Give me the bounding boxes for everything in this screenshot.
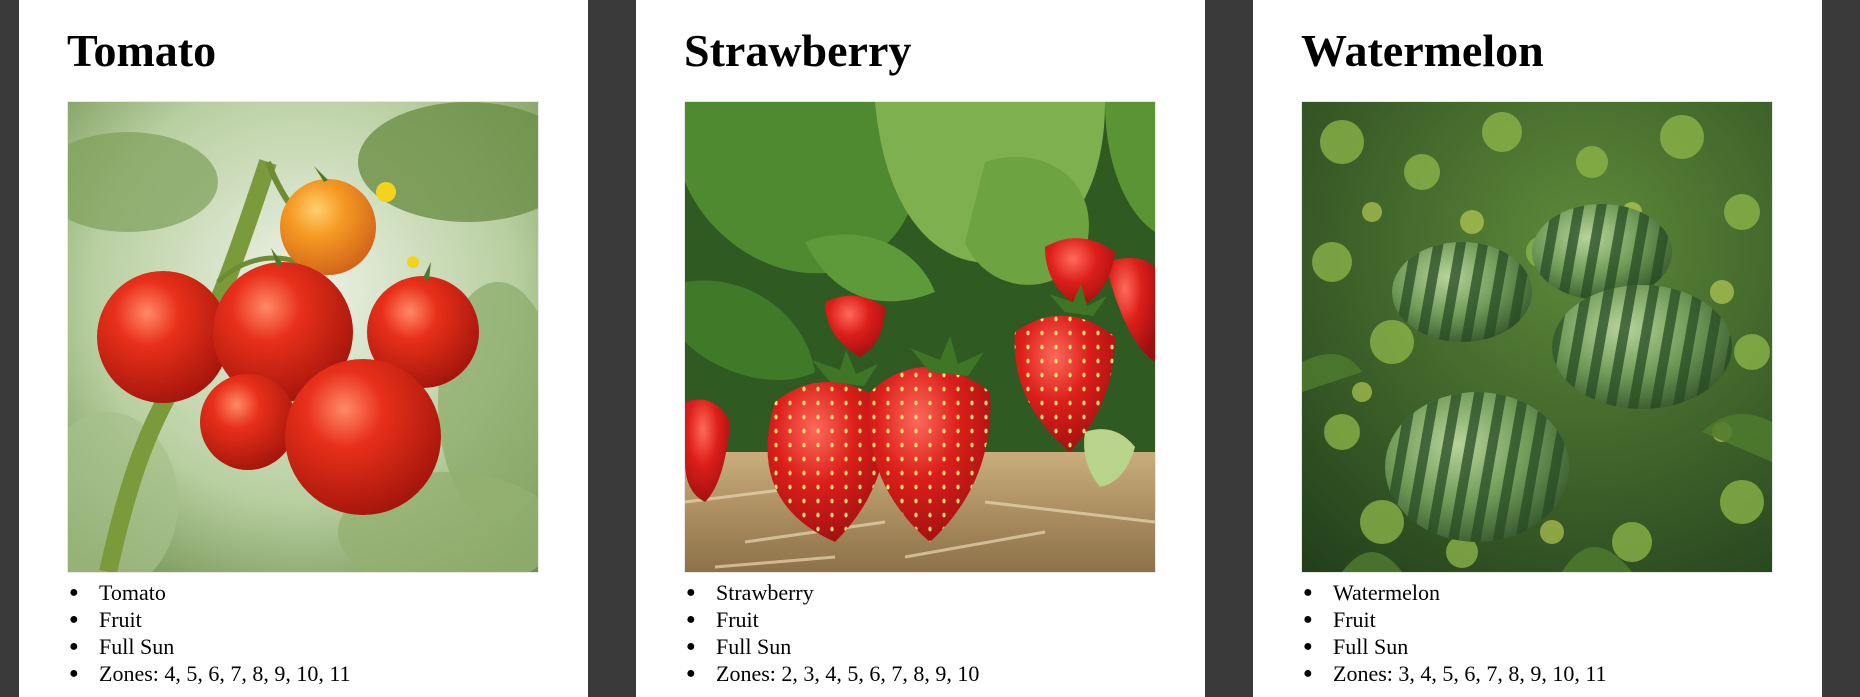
- watermelon-image: [1301, 101, 1773, 573]
- bullet-icon: ●: [686, 665, 696, 682]
- plant-card-strawberry: Strawberry ● Strawberry ● Fruit ● Full S…: [636, 0, 1205, 697]
- list-item: ● Strawberry: [686, 580, 814, 605]
- plant-card-watermelon: Watermelon ● Watermelon ● Fruit ● Full S…: [1253, 0, 1822, 697]
- bullet-icon: ●: [686, 611, 696, 628]
- list-item: ● Fruit: [1303, 607, 1376, 632]
- strawberry-image: [684, 101, 1156, 573]
- bullet-icon: ●: [1303, 584, 1313, 601]
- tomato-image: [67, 101, 539, 573]
- list-item: ● Zones: 4, 5, 6, 7, 8, 9, 10, 11: [69, 661, 351, 686]
- list-item: ● Watermelon: [1303, 580, 1440, 605]
- list-item: ● Zones: 2, 3, 4, 5, 6, 7, 8, 9, 10: [686, 661, 980, 686]
- bullet-icon: ●: [1303, 638, 1313, 655]
- bullet-icon: ●: [1303, 665, 1313, 682]
- list-item: ● Full Sun: [1303, 634, 1409, 659]
- bullet-icon: ●: [69, 665, 79, 682]
- bullet-icon: ●: [69, 638, 79, 655]
- plant-details-list: ● Watermelon ● Fruit ● Full Sun ● Zones: 3, …: [1301, 579, 1822, 687]
- plant-details-list: ● Tomato ● Fruit ● Full Sun ● Zones: 4, 5, 6…: [67, 579, 588, 687]
- bullet-icon: ●: [1303, 611, 1313, 628]
- bullet-icon: ●: [686, 638, 696, 655]
- list-item: ● Tomato: [69, 580, 166, 605]
- card-title: Watermelon: [1301, 25, 1544, 76]
- list-item: ● Full Sun: [69, 634, 175, 659]
- bullet-icon: ●: [69, 611, 79, 628]
- bullet-icon: ●: [686, 584, 696, 601]
- plant-card-tomato: Tomato ● Tomato ● Fruit ● Full Sun ● Zon…: [19, 0, 588, 697]
- card-title: Tomato: [67, 25, 217, 76]
- list-item: ● Fruit: [69, 607, 142, 632]
- plant-details-list: ● Strawberry ● Fruit ● Full Sun ● Zones: 2, …: [684, 579, 1205, 687]
- list-item: ● Fruit: [686, 607, 759, 632]
- card-title: Strawberry: [684, 25, 912, 76]
- list-item: ● Full Sun: [686, 634, 792, 659]
- bullet-icon: ●: [69, 584, 79, 601]
- list-item: ● Zones: 3, 4, 5, 6, 7, 8, 9, 10, 11: [1303, 661, 1607, 686]
